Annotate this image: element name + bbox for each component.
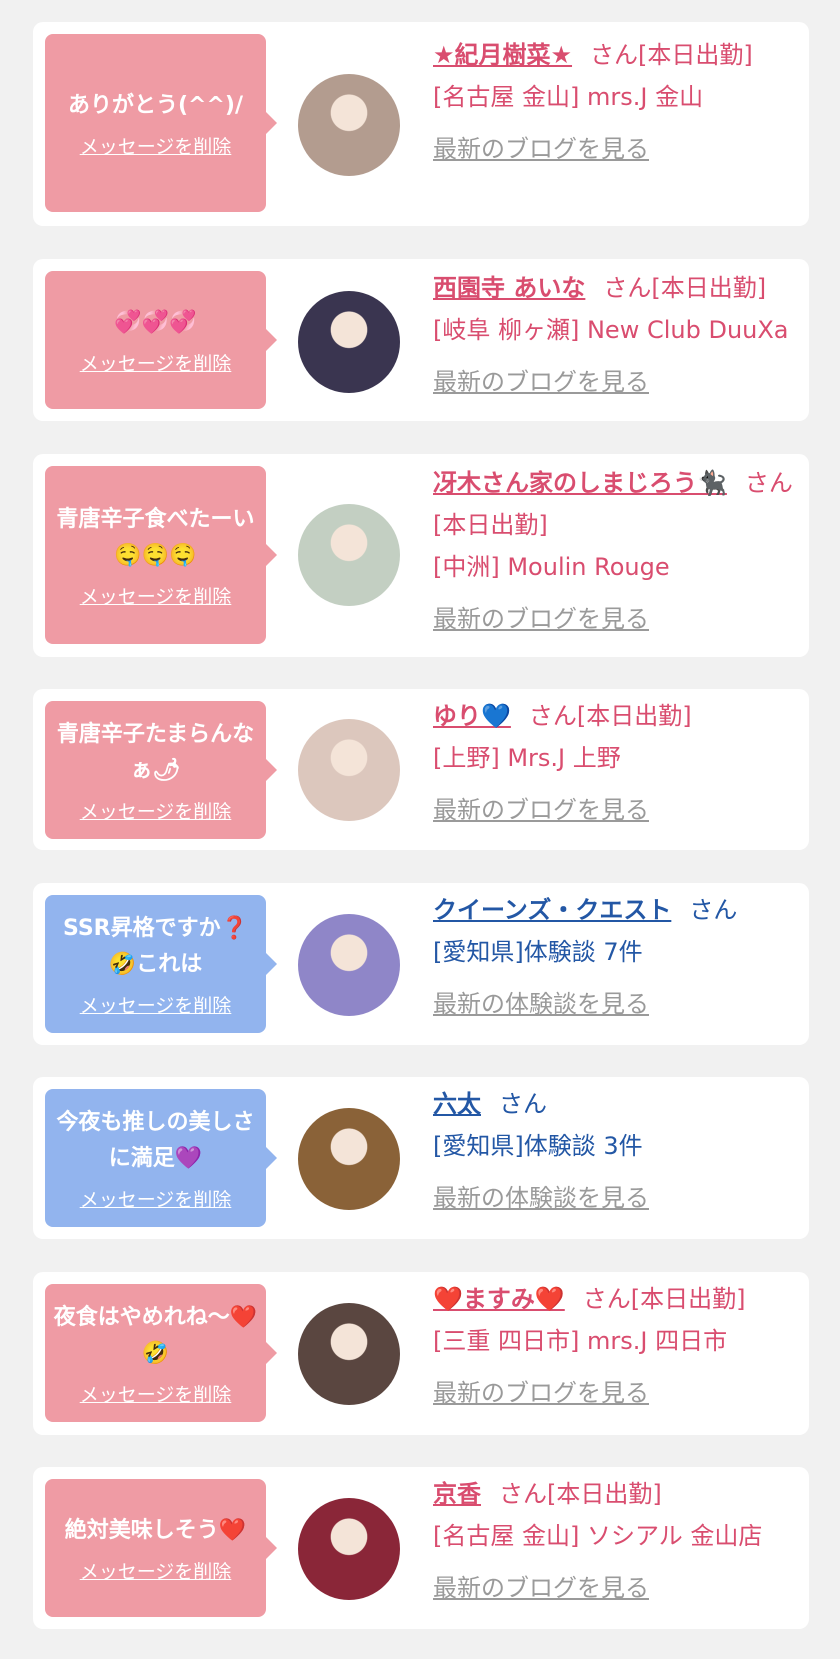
message-text: 💞💞💞: [114, 309, 197, 335]
name-line: ゆり💙 さん[本日出勤]: [433, 695, 795, 737]
profile-name-link[interactable]: 西園寺 あいな: [433, 274, 585, 302]
name-line: 京香 さん[本日出勤]: [433, 1473, 795, 1515]
honorific-status: さん: [499, 1090, 547, 1118]
view-reviews-link[interactable]: 最新の体験談を見る: [433, 983, 649, 1025]
avatar[interactable]: [298, 1108, 400, 1210]
delete-message-link[interactable]: メッセージを削除: [80, 991, 232, 1018]
message-card: 青唐辛子たまらんなぁ🌶 メッセージを削除 ゆり💙 さん[本日出勤] [上野] Mrs.J…: [33, 689, 809, 850]
delete-message-link[interactable]: メッセージを削除: [80, 132, 232, 159]
profile-info: ❤️ますみ❤️ さん[本日出勤] [三重 四日市] mrs.J 四日市最新のブログを…: [433, 1278, 795, 1414]
profile-name-link[interactable]: クイーンズ・クエスト: [433, 896, 671, 924]
message-bubble: SSR昇格ですか❓🤣これはメッセージを削除: [45, 895, 277, 1033]
message-text: 青唐辛子食べたーい🤤🤤🤤: [56, 506, 255, 568]
name-line: 冴木さん家のしまじろう🐈‍⬛ さん[本日出勤]: [433, 462, 795, 546]
delete-message-link[interactable]: メッセージを削除: [80, 582, 232, 609]
honorific-status: さん[本日出勤]: [528, 702, 692, 730]
name-line: 西園寺 あいな さん[本日出勤]: [433, 267, 795, 309]
message-bubble: 💞💞💞 メッセージを削除: [45, 271, 277, 409]
profile-info: 六太 さん [愛知県]体験談 3件最新の体験談を見る: [433, 1083, 795, 1219]
profile-info: 西園寺 あいな さん[本日出勤] [岐阜 柳ヶ瀬] New Club DuuXa 最新…: [433, 267, 795, 403]
profile-info: 京香 さん[本日出勤] [名古屋 金山] ソシアル 金山店最新のブログを見る: [433, 1473, 795, 1609]
avatar[interactable]: [298, 74, 400, 176]
message-bubble: 今夜も推しの美しさに満足💜 メッセージを削除: [45, 1089, 277, 1227]
profile-name-link[interactable]: 六太: [433, 1090, 481, 1118]
honorific-status: さん[本日出勤]: [499, 1480, 662, 1508]
message-text: 今夜も推しの美しさに満足💜: [56, 1109, 255, 1171]
delete-message-link[interactable]: メッセージを削除: [80, 797, 232, 824]
avatar[interactable]: [298, 504, 400, 606]
message-bubble: 青唐辛子たまらんなぁ🌶 メッセージを削除: [45, 701, 277, 839]
message-list: ありがとう(^^)/ メッセージを削除 ★紀月樹菜★ さん[本日出勤] [名古屋 金山]…: [0, 0, 840, 1659]
avatar[interactable]: [298, 1498, 400, 1600]
delete-message-link[interactable]: メッセージを削除: [80, 1380, 232, 1407]
avatar[interactable]: [298, 1303, 400, 1405]
avatar[interactable]: [298, 719, 400, 821]
honorific-status: さん[本日出勤]: [590, 41, 753, 69]
message-bubble: ありがとう(^^)/ メッセージを削除: [45, 34, 277, 212]
view-blog-link[interactable]: 最新のブログを見る: [433, 789, 649, 831]
view-blog-link[interactable]: 最新のブログを見る: [433, 361, 649, 403]
message-bubble: 絶対美味しそう❤️ メッセージを削除: [45, 1479, 277, 1617]
avatar[interactable]: [298, 291, 400, 393]
view-reviews-link[interactable]: 最新の体験談を見る: [433, 1177, 649, 1219]
name-line: ★紀月樹菜★ さん[本日出勤]: [433, 34, 795, 76]
message-text: ありがとう(^^)/: [67, 92, 243, 118]
profile-info: 冴木さん家のしまじろう🐈‍⬛ さん[本日出勤] [中洲] Moulin Rouge 最…: [433, 462, 795, 640]
view-blog-link[interactable]: 最新のブログを見る: [433, 1372, 649, 1414]
shop-info: [名古屋 金山] mrs.J 金山: [433, 83, 704, 111]
profile-info: ★紀月樹菜★ さん[本日出勤] [名古屋 金山] mrs.J 金山最新のブログを見る: [433, 34, 795, 170]
shop-info: [三重 四日市] mrs.J 四日市: [433, 1327, 728, 1355]
name-line: 六太 さん: [433, 1083, 795, 1125]
delete-message-link[interactable]: メッセージを削除: [80, 1185, 232, 1212]
shop-info: [岐阜 柳ヶ瀬] New Club DuuXa: [433, 316, 789, 344]
message-card: SSR昇格ですか❓🤣これはメッセージを削除 クイーンズ・クエスト さん [愛知県]体験…: [33, 883, 809, 1045]
view-blog-link[interactable]: 最新のブログを見る: [433, 598, 649, 640]
shop-info: [愛知県]体験談 7件: [433, 938, 643, 966]
shop-info: [中洲] Moulin Rouge: [433, 553, 670, 581]
shop-info: [名古屋 金山] ソシアル 金山店: [433, 1522, 763, 1550]
honorific-status: さん[本日出勤]: [603, 274, 767, 302]
profile-name-link[interactable]: ❤️ますみ❤️: [433, 1285, 565, 1313]
delete-message-link[interactable]: メッセージを削除: [80, 1557, 232, 1584]
profile-name-link[interactable]: ゆり💙: [433, 702, 511, 730]
message-text: 青唐辛子たまらんなぁ🌶: [56, 721, 255, 783]
name-line: クイーンズ・クエスト さん: [433, 889, 795, 931]
profile-name-link[interactable]: 冴木さん家のしまじろう🐈‍⬛: [433, 469, 727, 497]
name-line: ❤️ますみ❤️ さん[本日出勤]: [433, 1278, 795, 1320]
message-text: SSR昇格ですか❓🤣これは: [62, 915, 249, 977]
message-card: ありがとう(^^)/ メッセージを削除 ★紀月樹菜★ さん[本日出勤] [名古屋 金山]…: [33, 22, 809, 226]
profile-info: ゆり💙 さん[本日出勤] [上野] Mrs.J 上野最新のブログを見る: [433, 695, 795, 831]
message-bubble: 青唐辛子食べたーい🤤🤤🤤 メッセージを削除: [45, 466, 277, 644]
view-blog-link[interactable]: 最新のブログを見る: [433, 1567, 649, 1609]
message-card: 青唐辛子食べたーい🤤🤤🤤 メッセージを削除 冴木さん家のしまじろう🐈‍⬛ さん[本日出…: [33, 454, 809, 657]
message-text: 絶対美味しそう❤️: [64, 1517, 247, 1543]
message-card: 絶対美味しそう❤️ メッセージを削除 京香 さん[本日出勤] [名古屋 金山] ソシアル…: [33, 1467, 809, 1629]
message-card: 今夜も推しの美しさに満足💜 メッセージを削除 六太 さん [愛知県]体験談 3件最新の体…: [33, 1077, 809, 1239]
message-text: 夜食はやめれね〜❤️🤣: [53, 1304, 258, 1366]
message-card: 夜食はやめれね〜❤️🤣 メッセージを削除 ❤️ますみ❤️ さん[本日出勤] [三重 四日…: [33, 1272, 809, 1435]
view-blog-link[interactable]: 最新のブログを見る: [433, 128, 649, 170]
shop-info: [愛知県]体験談 3件: [433, 1132, 643, 1160]
message-bubble: 夜食はやめれね〜❤️🤣 メッセージを削除: [45, 1284, 277, 1422]
delete-message-link[interactable]: メッセージを削除: [80, 349, 232, 376]
honorific-status: さん: [689, 896, 738, 924]
shop-info: [上野] Mrs.J 上野: [433, 744, 621, 772]
profile-name-link[interactable]: 京香: [433, 1480, 481, 1508]
message-card: 💞💞💞 メッセージを削除 西園寺 あいな さん[本日出勤] [岐阜 柳ヶ瀬] New C…: [33, 259, 809, 421]
honorific-status: さん[本日出勤]: [582, 1285, 746, 1313]
avatar[interactable]: [298, 914, 400, 1016]
profile-info: クイーンズ・クエスト さん [愛知県]体験談 7件最新の体験談を見る: [433, 889, 795, 1025]
profile-name-link[interactable]: ★紀月樹菜★: [433, 41, 572, 69]
